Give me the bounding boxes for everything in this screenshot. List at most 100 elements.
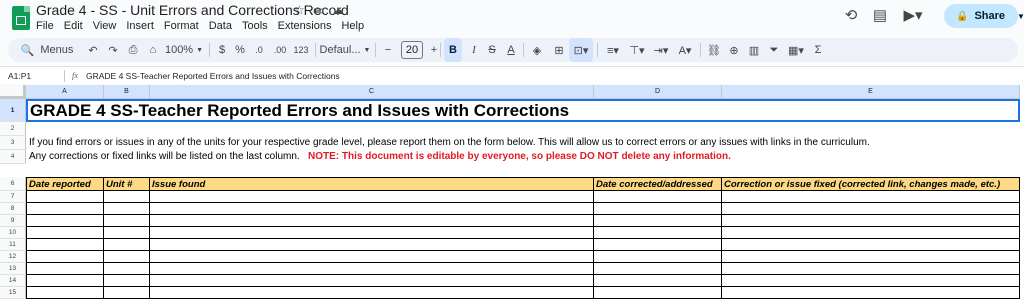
menu-help[interactable]: Help [341, 20, 364, 32]
table-cell[interactable] [150, 263, 594, 275]
table-cell[interactable] [722, 227, 1020, 239]
text-wrapping-icon[interactable]: ⇥▾ [650, 38, 672, 62]
table-cell[interactable] [594, 287, 722, 299]
row-header[interactable]: 9 [0, 215, 26, 227]
select-all-corner[interactable] [0, 85, 26, 99]
table-cell[interactable] [722, 215, 1020, 227]
redo-icon[interactable]: ↷ [104, 38, 122, 62]
table-cell[interactable] [150, 239, 594, 251]
font-select[interactable]: Defaul... ▼ [319, 38, 371, 62]
menu-view[interactable]: View [93, 20, 117, 32]
table-cell[interactable] [722, 287, 1020, 299]
meet-video-icon[interactable]: ▶▾ [903, 6, 922, 24]
column-header-a[interactable]: A [26, 85, 104, 99]
decrease-decimal-button[interactable]: .0 [250, 38, 268, 62]
table-cell[interactable] [104, 251, 150, 263]
menu-extensions[interactable]: Extensions [278, 20, 332, 32]
table-cell[interactable] [594, 227, 722, 239]
table-cell[interactable] [104, 263, 150, 275]
table-cell[interactable] [594, 239, 722, 251]
table-cell[interactable] [594, 263, 722, 275]
spreadsheet-grid[interactable]: A B C D E 1 2 3 4 6 7 8 9 10 11 12 13 14… [0, 85, 1024, 301]
header-unit-number[interactable]: Unit # [104, 177, 150, 191]
table-cell[interactable] [150, 191, 594, 203]
table-cell[interactable] [26, 215, 104, 227]
table-cell[interactable] [594, 215, 722, 227]
zoom-select[interactable]: 100% ▼ [162, 38, 206, 62]
column-header-d[interactable]: D [594, 85, 722, 99]
row-header[interactable]: 12 [0, 251, 26, 263]
table-cell[interactable] [150, 275, 594, 287]
version-history-icon[interactable]: ⟲ [842, 6, 860, 24]
table-cell[interactable] [104, 275, 150, 287]
insert-chart-icon[interactable]: ▥ [745, 38, 763, 62]
row-header[interactable]: 14 [0, 275, 26, 287]
table-cell[interactable] [26, 239, 104, 251]
table-cell[interactable] [150, 227, 594, 239]
row-header[interactable]: 10 [0, 227, 26, 239]
row-header[interactable]: 1 [0, 99, 26, 122]
paint-format-icon[interactable]: ⌂ [144, 38, 162, 62]
comments-icon[interactable]: ▤ [871, 6, 889, 24]
merge-cells-icon[interactable]: ⊡▾ [569, 38, 593, 62]
sheet-title-cell[interactable]: GRADE 4 SS-Teacher Reported Errors and I… [26, 99, 1020, 122]
chevron-down-icon[interactable]: ▼ [1017, 12, 1024, 21]
table-cell[interactable] [722, 263, 1020, 275]
table-cell[interactable] [26, 227, 104, 239]
table-cell[interactable] [722, 251, 1020, 263]
menu-format[interactable]: Format [164, 20, 199, 32]
table-cell[interactable] [26, 203, 104, 215]
formula-input[interactable]: GRADE 4 SS-Teacher Reported Errors and I… [86, 71, 340, 81]
vertical-scrollbar[interactable] [1020, 99, 1024, 301]
currency-format-button[interactable]: $ [214, 38, 230, 62]
undo-icon[interactable]: ↶ [84, 38, 102, 62]
row-header[interactable]: 6 [0, 177, 26, 191]
table-cell[interactable] [104, 215, 150, 227]
table-cell[interactable] [104, 227, 150, 239]
table-cell[interactable] [722, 239, 1020, 251]
table-cell[interactable] [150, 215, 594, 227]
table-cell[interactable] [150, 251, 594, 263]
column-header-e[interactable]: E [722, 85, 1020, 99]
row-header[interactable]: 15 [0, 287, 26, 299]
search-menus-button[interactable]: 🔍 Menus [12, 38, 82, 62]
instruction-line-1[interactable]: If you find errors or issues in any of t… [29, 137, 870, 148]
header-issue-found[interactable]: Issue found [150, 177, 594, 191]
borders-icon[interactable]: ⊞ [550, 38, 568, 62]
table-cell[interactable] [104, 203, 150, 215]
text-rotation-icon[interactable]: A▾ [674, 38, 696, 62]
functions-button[interactable]: Σ [810, 38, 826, 62]
header-correction-fixed[interactable]: Correction or issue fixed (corrected lin… [722, 177, 1020, 191]
column-header-c[interactable]: C [150, 85, 594, 99]
share-button[interactable]: 🔒 Share ▼ [944, 4, 1024, 28]
percent-format-button[interactable]: % [232, 38, 248, 62]
table-cell[interactable] [594, 275, 722, 287]
fill-color-icon[interactable]: ◈ [528, 38, 546, 62]
menu-tools[interactable]: Tools [242, 20, 268, 32]
sheets-logo-icon[interactable] [12, 6, 30, 30]
table-cell[interactable] [104, 239, 150, 251]
menu-edit[interactable]: Edit [64, 20, 83, 32]
table-cell[interactable] [104, 191, 150, 203]
table-cell[interactable] [722, 275, 1020, 287]
font-size-input[interactable]: 20 [401, 41, 423, 59]
row-header[interactable]: 13 [0, 263, 26, 275]
number-format-button[interactable]: 123 [291, 38, 311, 62]
table-cell[interactable] [26, 287, 104, 299]
table-cell[interactable] [26, 275, 104, 287]
menu-file[interactable]: File [36, 20, 54, 32]
table-cell[interactable] [26, 191, 104, 203]
table-cell[interactable] [594, 191, 722, 203]
instruction-line-2[interactable]: Any corrections or fixed links will be l… [29, 151, 731, 162]
row-header[interactable]: 11 [0, 239, 26, 251]
filter-icon[interactable]: ⏷ [765, 38, 783, 62]
table-cell[interactable] [150, 287, 594, 299]
menu-insert[interactable]: Insert [126, 20, 154, 32]
cloud-status-icon[interactable]: ☁ [332, 3, 344, 17]
table-cell[interactable] [594, 251, 722, 263]
table-cell[interactable] [594, 203, 722, 215]
row-header[interactable]: 8 [0, 203, 26, 215]
vertical-align-icon[interactable]: ⊤▾ [626, 38, 648, 62]
column-header-b[interactable]: B [104, 85, 150, 99]
insert-comment-icon[interactable]: ⊕ [725, 38, 743, 62]
